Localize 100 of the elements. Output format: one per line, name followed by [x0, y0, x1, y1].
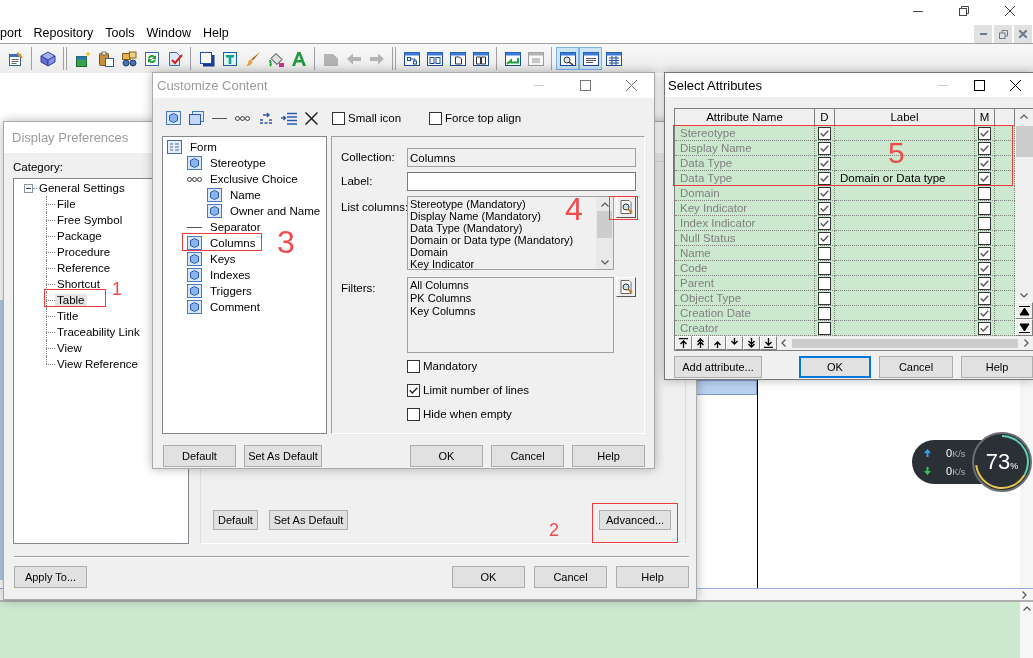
binoculars-icon[interactable]: [120, 50, 137, 67]
dialog-button[interactable]: Default: [213, 510, 258, 530]
tree-item[interactable]: Traceability Link: [55, 325, 142, 339]
checkbox[interactable]: [818, 186, 831, 200]
list-item[interactable]: Stereotype (Mandatory): [410, 198, 526, 210]
move-button[interactable]: [692, 336, 709, 350]
tree-item[interactable]: Stereotype: [208, 156, 268, 170]
checkbox[interactable]: [978, 231, 991, 245]
menu-item[interactable]: port: [0, 23, 28, 42]
pages-window-icon[interactable]: [472, 50, 489, 67]
input-field[interactable]: [407, 172, 636, 191]
tree-item[interactable]: Columns: [208, 236, 258, 250]
close-icon[interactable]: [1005, 6, 1015, 16]
chevron-right-icon[interactable]: [1022, 590, 1027, 599]
tree-item[interactable]: Shortcut: [55, 277, 102, 291]
list-item[interactable]: Data Type (Mandatory): [410, 222, 523, 234]
delete-icon[interactable]: [305, 111, 318, 125]
dialog-button[interactable]: Cancel: [534, 566, 607, 588]
tree-item[interactable]: Separator: [208, 220, 263, 234]
move-button[interactable]: [1015, 319, 1033, 336]
tree-item[interactable]: Form: [188, 140, 219, 154]
chevron-right-icon[interactable]: [1024, 339, 1029, 347]
chevron-up-icon[interactable]: [600, 202, 609, 207]
tree-item[interactable]: Name: [228, 188, 263, 202]
restore-icon[interactable]: [959, 6, 969, 16]
checkbox[interactable]: [978, 186, 991, 200]
tree-item[interactable]: General Settings: [37, 181, 127, 195]
tree-item[interactable]: Triggers: [208, 284, 254, 298]
tree-item[interactable]: Indexes: [208, 268, 253, 282]
checkbox[interactable]: [332, 111, 345, 125]
checkbox[interactable]: [818, 126, 831, 140]
dialog-button[interactable]: OK: [799, 356, 871, 378]
add-attribute-button[interactable]: Add attribute...: [674, 356, 762, 378]
tree-item[interactable]: Comment: [208, 300, 262, 314]
dialog-button[interactable]: Default: [163, 445, 236, 467]
apply-to-button[interactable]: Apply To...: [14, 566, 87, 588]
tree-item[interactable]: Procedure: [55, 245, 113, 259]
tree-item[interactable]: View: [55, 341, 84, 355]
checkbox[interactable]: [818, 201, 831, 215]
dialog-button[interactable]: Cancel: [491, 445, 564, 467]
checkbox[interactable]: [818, 156, 831, 170]
chevron-down-icon[interactable]: [1020, 293, 1028, 298]
tree-item[interactable]: File: [55, 197, 78, 211]
menu-item[interactable]: Repository: [27, 23, 100, 42]
checkbox[interactable]: [429, 111, 443, 125]
dialog-button[interactable]: OK: [452, 566, 525, 588]
square-icon[interactable]: [198, 50, 215, 67]
move-button[interactable]: [1015, 302, 1033, 319]
new-document-icon[interactable]: [74, 50, 91, 67]
checked-document-icon[interactable]: [166, 50, 183, 67]
arrow-window-icon[interactable]: [504, 50, 521, 67]
dialog-button[interactable]: Help: [961, 356, 1033, 378]
browse-button[interactable]: [616, 196, 636, 218]
close-button[interactable]: [1014, 25, 1032, 43]
move-button[interactable]: [743, 336, 760, 350]
dialog-button[interactable]: Help: [572, 445, 645, 467]
diagram-window-icon[interactable]: [403, 50, 420, 67]
checkbox[interactable]: [407, 384, 420, 397]
close-icon[interactable]: [1009, 79, 1021, 91]
checkbox[interactable]: [978, 321, 991, 335]
move-button[interactable]: [726, 336, 743, 350]
checkbox[interactable]: [978, 246, 991, 260]
tree-item[interactable]: Package: [55, 229, 104, 243]
checkbox[interactable]: [818, 261, 831, 275]
list-window-icon[interactable]: [7, 50, 24, 67]
chevron-down-icon[interactable]: [600, 260, 609, 265]
cube-icon[interactable]: [39, 50, 56, 67]
minimize-button[interactable]: [974, 25, 992, 43]
table-window-icon[interactable]: [605, 50, 622, 67]
dialog-button[interactable]: Cancel: [879, 356, 953, 378]
move-button[interactable]: [760, 336, 777, 350]
restore-button[interactable]: [994, 25, 1012, 43]
checkbox[interactable]: [978, 201, 991, 215]
menu-item[interactable]: Tools: [99, 23, 141, 42]
text-frame-icon[interactable]: [221, 50, 238, 67]
list-item[interactable]: PK Columns: [410, 292, 472, 305]
menu-item[interactable]: Help: [196, 23, 235, 42]
checkbox[interactable]: [818, 246, 831, 260]
checkbox[interactable]: [978, 156, 991, 170]
page-window-icon[interactable]: [449, 50, 466, 67]
scrollbar-thumb[interactable]: [597, 211, 612, 238]
dialog-button[interactable]: Set As Default: [269, 510, 348, 530]
checkbox[interactable]: [818, 141, 831, 155]
collapse-icon[interactable]: [24, 183, 33, 193]
list-item[interactable]: Display Name (Mandatory): [410, 210, 541, 222]
clipboard-icon[interactable]: [97, 50, 114, 67]
checkbox[interactable]: [407, 408, 420, 421]
brush-icon[interactable]: [244, 50, 261, 67]
chevron-up-icon[interactable]: [1020, 114, 1028, 119]
list-item[interactable]: Key Indicator: [410, 258, 475, 270]
checkbox[interactable]: [818, 291, 831, 305]
tree-item[interactable]: Free Symbol: [55, 213, 125, 227]
chevron-up-icon[interactable]: [1022, 606, 1031, 611]
tree-item[interactable]: Exclusive Choice: [208, 172, 300, 186]
scrollbar-thumb[interactable]: [1015, 126, 1033, 157]
checkbox[interactable]: [818, 321, 831, 335]
tree-item[interactable]: Title: [55, 309, 81, 323]
dialog-button[interactable]: Set As Default: [244, 445, 322, 467]
move-button[interactable]: [675, 336, 692, 350]
dialog-button[interactable]: Help: [616, 566, 689, 588]
